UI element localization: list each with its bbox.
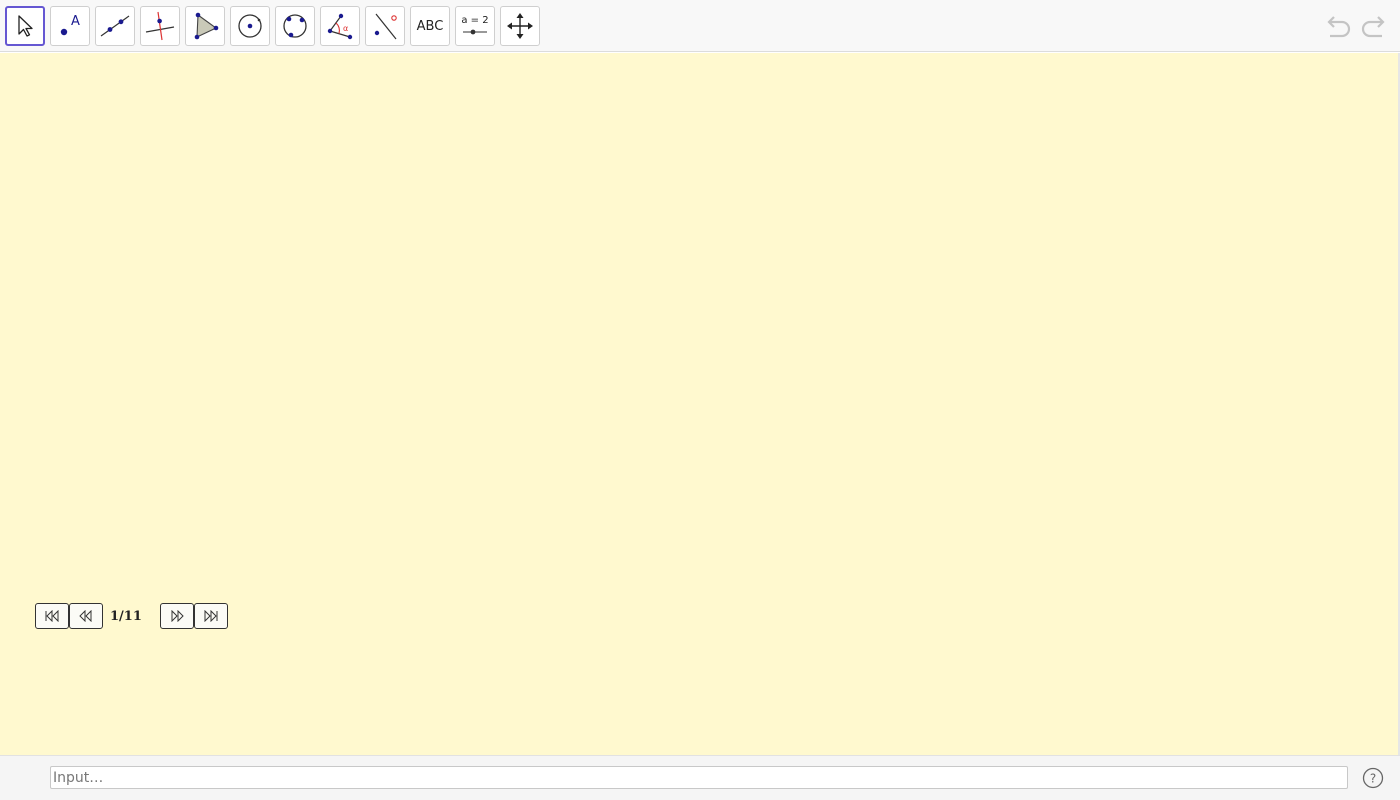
input-bar: ?	[0, 755, 1400, 800]
tool-angle[interactable]: α	[320, 6, 360, 46]
slider-icon: a = 2	[461, 15, 489, 35]
tool-slider[interactable]: a = 2	[455, 6, 495, 46]
slider-label: a = 2	[461, 15, 488, 26]
move-view-icon	[507, 13, 533, 39]
tool-list: A α ABC a = 2	[5, 6, 540, 46]
text-tool-icon: ABC	[416, 18, 444, 34]
nav-next-button[interactable]	[160, 603, 194, 629]
reflect-point-icon	[374, 13, 397, 40]
nav-previous-button[interactable]	[69, 603, 103, 629]
tool-polygon[interactable]	[185, 6, 225, 46]
point-label: A	[71, 14, 80, 29]
point-icon: A	[60, 14, 80, 36]
help-icon: ?	[1362, 767, 1384, 789]
toolbar: A α ABC a = 2	[0, 0, 1400, 52]
nav-back-group	[35, 603, 103, 629]
graphics-view[interactable]: 1/11	[0, 53, 1400, 755]
undo-icon	[1327, 16, 1351, 38]
perpendicular-line-icon	[145, 11, 175, 41]
help-label: ?	[1370, 772, 1376, 786]
angle-label: α	[343, 24, 348, 33]
redo-button[interactable]	[1360, 12, 1390, 42]
nav-last-button[interactable]	[194, 603, 228, 629]
polygon-icon	[194, 12, 219, 40]
tool-circle-center-point[interactable]	[230, 6, 270, 46]
skip-to-first-icon	[45, 610, 59, 622]
algebra-input[interactable]	[50, 766, 1348, 789]
tool-move-graphics-view[interactable]	[500, 6, 540, 46]
tool-point[interactable]: A	[50, 6, 90, 46]
undo-redo-group	[1322, 12, 1390, 42]
circle-center-icon	[238, 14, 262, 38]
nav-forward-group	[160, 603, 228, 629]
input-help-button[interactable]: ?	[1362, 767, 1384, 789]
redo-icon	[1361, 16, 1385, 38]
angle-icon: α	[327, 13, 353, 40]
skip-to-last-icon	[204, 610, 218, 622]
nav-first-button[interactable]	[35, 603, 69, 629]
tool-line[interactable]	[95, 6, 135, 46]
step-counter: 1/11	[110, 608, 142, 624]
cursor-arrow-icon	[18, 15, 33, 37]
tool-perpendicular-line[interactable]	[140, 6, 180, 46]
tool-circle-three-points[interactable]	[275, 6, 315, 46]
line-through-points-icon	[100, 15, 130, 37]
circle-three-points-icon	[283, 14, 307, 38]
tool-text[interactable]: ABC	[410, 6, 450, 46]
geogebra-app: A α ABC a = 2 1/11 Input… ?	[0, 0, 1400, 800]
step-back-icon	[79, 610, 92, 622]
tool-reflect[interactable]	[365, 6, 405, 46]
step-forward-icon	[171, 610, 184, 622]
construction-navigation-bar: 1/11	[35, 603, 228, 629]
undo-button[interactable]	[1322, 12, 1352, 42]
tool-move[interactable]	[5, 6, 45, 46]
